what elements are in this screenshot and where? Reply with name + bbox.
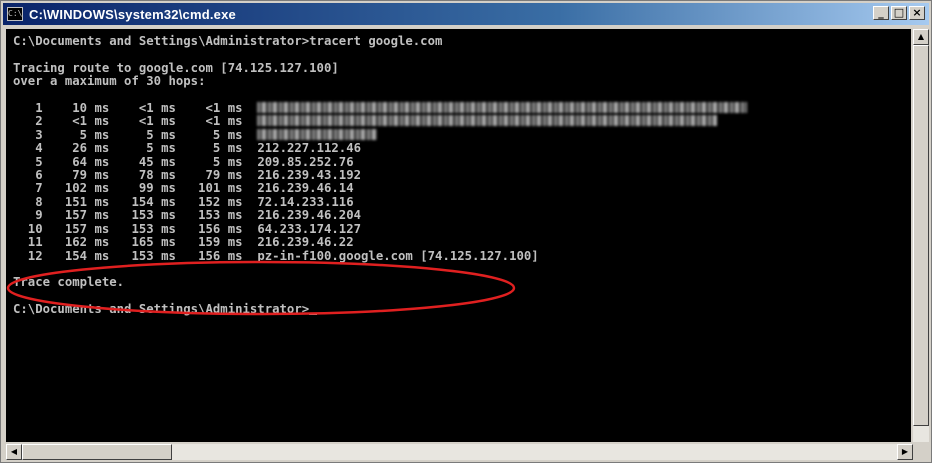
hop-time-3: 159 ms xyxy=(175,235,243,250)
hop-time-3: 79 ms xyxy=(175,168,243,183)
hop-host: 216.239.46.22 xyxy=(257,235,354,250)
hop-host: 216.239.46.204 xyxy=(257,208,362,223)
redacted-host xyxy=(257,128,378,140)
hop-host: 212.227.112.46 xyxy=(257,141,362,156)
hop-number: 6 xyxy=(13,168,43,183)
hop-number: 8 xyxy=(13,194,43,209)
hop-host: 64.233.174.127 xyxy=(257,221,362,236)
hop-row: 12 154 ms 153 ms 156 ms pz-in-f100.googl… xyxy=(13,249,539,263)
hop-row: 7 102 ms 99 ms 101 ms 216.239.46.14 xyxy=(13,181,354,196)
hop-time-1: 5 ms xyxy=(42,127,110,142)
hop-time-1: 157 ms xyxy=(42,208,110,223)
hop-time-2: 165 ms xyxy=(109,235,176,250)
hop-time-3: 156 ms xyxy=(175,221,243,236)
hop-time-3: 5 ms xyxy=(175,127,243,142)
hop-time-2: 153 ms xyxy=(109,208,176,223)
window-controls: _ □ × xyxy=(873,6,925,20)
title-bar[interactable]: C:\ C:\WINDOWS\system32\cmd.exe _ □ × xyxy=(3,3,929,25)
hop-time-2: 99 ms xyxy=(109,181,176,196)
command-line: C:\Documents and Settings\Administrator>… xyxy=(13,34,443,48)
hop-row: 3 5 ms 5 ms 5 ms xyxy=(13,127,378,142)
trace-header-line-2: over a maximum of 30 hops: xyxy=(13,74,206,89)
hop-number: 3 xyxy=(13,127,43,142)
hop-time-3: 5 ms xyxy=(175,141,243,156)
close-icon: × xyxy=(912,6,922,19)
hop-row: 6 79 ms 78 ms 79 ms 216.239.43.192 xyxy=(13,168,361,182)
hop-time-2: 153 ms xyxy=(109,221,176,236)
hop-host: 216.239.46.14 xyxy=(257,181,354,196)
hop-time-3: 5 ms xyxy=(175,154,243,169)
hop-host: pz-in-f100.google.com [74.125.127.100] xyxy=(257,248,539,263)
horizontal-scrollbar[interactable]: ◀ ▶ xyxy=(6,444,913,460)
hop-number: 9 xyxy=(13,208,43,223)
redacted-host xyxy=(257,102,748,114)
hop-time-3: 156 ms xyxy=(175,248,243,263)
hop-time-1: 10 ms xyxy=(42,101,110,116)
cmd-app-icon[interactable]: C:\ xyxy=(7,7,23,21)
hop-row: 9 157 ms 153 ms 153 ms 216.239.46.204 xyxy=(13,208,361,222)
hop-time-1: <1 ms xyxy=(42,114,110,129)
hop-host: 72.14.233.116 xyxy=(257,194,354,209)
maximize-button[interactable]: □ xyxy=(891,6,907,20)
vertical-scrollbar[interactable]: ▲ xyxy=(913,29,929,442)
hop-table: 1 10 ms <1 ms <1 ms 2 <1 ms <1 ms <1 ms … xyxy=(13,101,748,263)
hop-number: 11 xyxy=(13,235,43,250)
window-title: C:\WINDOWS\system32\cmd.exe xyxy=(29,6,236,22)
redacted-host xyxy=(257,115,718,127)
scrollbar-corner xyxy=(913,444,929,460)
hop-number: 7 xyxy=(13,181,43,196)
hop-time-1: 102 ms xyxy=(42,181,110,196)
hop-number: 1 xyxy=(13,101,43,116)
trace-header-line-1: Tracing route to google.com [74.125.127.… xyxy=(13,60,339,75)
horizontal-scroll-thumb[interactable] xyxy=(22,444,172,460)
maximize-icon: □ xyxy=(893,6,905,19)
hop-row: 11 162 ms 165 ms 159 ms 216.239.46.22 xyxy=(13,235,354,249)
console-output[interactable]: C:\Documents and Settings\Administrator>… xyxy=(6,29,911,442)
hop-time-3: 152 ms xyxy=(175,194,243,209)
hop-time-3: 101 ms xyxy=(175,181,243,196)
hop-row: 5 64 ms 45 ms 5 ms 209.85.252.76 xyxy=(13,154,354,169)
vertical-scroll-thumb[interactable] xyxy=(913,45,929,426)
hop-time-3: 153 ms xyxy=(175,208,243,223)
hop-row: 4 26 ms 5 ms 5 ms 212.227.112.46 xyxy=(13,141,361,155)
hop-row: 1 10 ms <1 ms <1 ms xyxy=(13,101,748,116)
hop-time-2: <1 ms xyxy=(109,114,176,129)
hop-row: 2 <1 ms <1 ms <1 ms xyxy=(13,114,718,129)
hop-row: 10 157 ms 153 ms 156 ms 64.233.174.127 xyxy=(13,222,361,236)
hop-time-2: 153 ms xyxy=(109,248,176,263)
minimize-button[interactable]: _ xyxy=(873,6,889,20)
hop-time-1: 64 ms xyxy=(42,154,110,169)
hop-time-1: 79 ms xyxy=(42,168,110,183)
hop-time-1: 162 ms xyxy=(42,235,110,250)
hop-number: 2 xyxy=(13,114,43,129)
hop-time-1: 26 ms xyxy=(42,141,110,156)
scroll-up-button[interactable]: ▲ xyxy=(913,29,929,45)
hop-host: 216.239.43.192 xyxy=(257,168,362,183)
hop-time-3: <1 ms xyxy=(175,101,243,116)
scroll-right-button[interactable]: ▶ xyxy=(897,444,913,460)
hop-time-2: 78 ms xyxy=(109,168,176,183)
hop-number: 12 xyxy=(13,248,43,263)
hop-number: 5 xyxy=(13,154,43,169)
hop-time-2: 154 ms xyxy=(109,194,176,209)
text-cursor xyxy=(309,313,318,316)
hop-number: 10 xyxy=(13,221,43,236)
trace-complete-text: Trace complete. xyxy=(13,275,125,290)
cmd-window: C:\ C:\WINDOWS\system32\cmd.exe _ □ × C:… xyxy=(0,0,932,463)
minimize-icon: _ xyxy=(878,6,884,19)
hop-time-2: 5 ms xyxy=(109,141,176,156)
hop-time-1: 151 ms xyxy=(42,194,110,209)
hop-time-2: 5 ms xyxy=(109,127,176,142)
hop-time-3: <1 ms xyxy=(175,114,243,129)
command-prompt: C:\Documents and Settings\Administrator> xyxy=(13,302,310,317)
hop-time-2: <1 ms xyxy=(109,101,176,116)
hop-time-2: 45 ms xyxy=(109,154,176,169)
hop-host: 209.85.252.76 xyxy=(257,154,354,169)
hop-number: 4 xyxy=(13,141,43,156)
hop-time-1: 154 ms xyxy=(42,248,110,263)
close-button[interactable]: × xyxy=(909,6,925,20)
hop-time-1: 157 ms xyxy=(42,221,110,236)
scroll-left-button[interactable]: ◀ xyxy=(6,444,22,460)
hop-row: 8 151 ms 154 ms 152 ms 72.14.233.116 xyxy=(13,194,354,209)
